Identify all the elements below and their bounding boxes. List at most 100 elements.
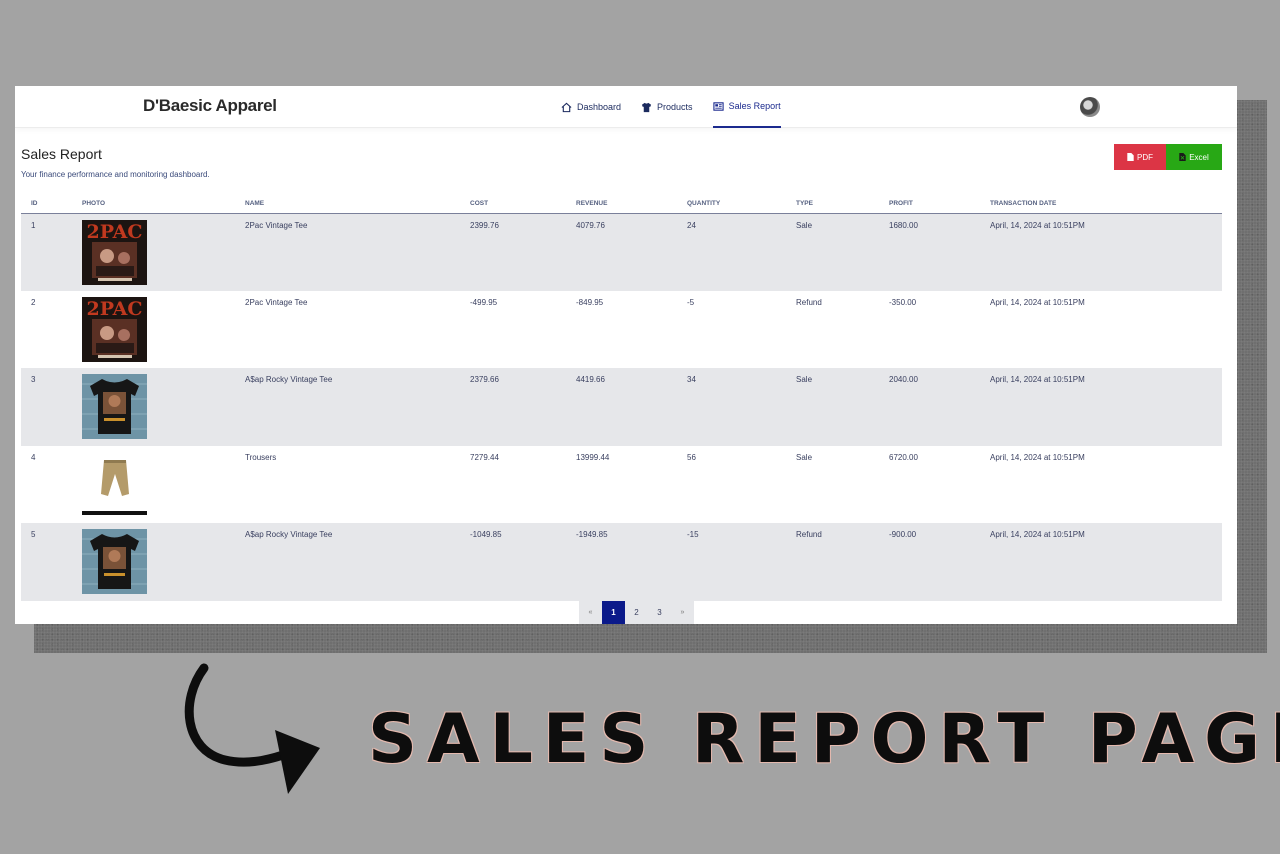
cell-quantity: -5 bbox=[687, 297, 695, 307]
cell-profit: -900.00 bbox=[879, 523, 980, 601]
page-subtitle: Your finance performance and monitoring … bbox=[21, 170, 210, 179]
table-row[interactable]: 5 A$ap Rocky Vintage Tee -1049.85 -1949.… bbox=[21, 523, 1222, 601]
pagination-page-2[interactable]: 2 bbox=[625, 601, 648, 624]
cell-type: Sale bbox=[796, 452, 813, 462]
pagination-page-3[interactable]: 3 bbox=[648, 601, 671, 624]
svg-text:2PAC: 2PAC bbox=[87, 298, 143, 320]
cell-quantity: 34 bbox=[677, 368, 786, 446]
nav-item-label: Sales Report bbox=[728, 101, 781, 111]
cell-revenue: -849.95 bbox=[576, 297, 604, 307]
nav-item-label: Dashboard bbox=[577, 102, 622, 112]
curved-arrow-icon bbox=[184, 663, 320, 794]
cell-id: 2 bbox=[31, 297, 36, 307]
cell-quantity: 24 bbox=[677, 213, 786, 291]
column-header-photo[interactable]: PHOTO bbox=[72, 194, 235, 214]
column-header-quantity[interactable]: QUANTITY bbox=[677, 194, 786, 214]
cell-profit: -350.00 bbox=[889, 297, 917, 307]
table-row[interactable]: 1 2PAC 2Pac Vintage Tee 2399.76 4079.76 … bbox=[21, 213, 1222, 291]
cell-id: 5 bbox=[21, 523, 72, 601]
tshirt-icon bbox=[641, 102, 652, 112]
asap-tee-photo bbox=[82, 374, 147, 439]
cell-cost: -1049.85 bbox=[460, 523, 566, 601]
cell-photo bbox=[72, 446, 235, 524]
cell-cost: 7279.44 bbox=[470, 452, 499, 462]
column-header-revenue[interactable]: REVENUE bbox=[566, 194, 677, 214]
cell-cost: 2399.76 bbox=[460, 213, 566, 291]
table-row[interactable]: 4 Trousers 7279.44 13999.44 56 Sale 6720… bbox=[21, 446, 1222, 524]
export-excel-label: Excel bbox=[1189, 152, 1209, 162]
export-pdf-label: PDF bbox=[1137, 152, 1153, 162]
cell-photo: 2PAC bbox=[72, 213, 235, 291]
column-header-type[interactable]: TYPE bbox=[786, 194, 879, 214]
cell-profit: 6720.00 bbox=[889, 452, 918, 462]
cell-name: A$ap Rocky Vintage Tee bbox=[235, 368, 460, 446]
pagination-prev[interactable]: « bbox=[579, 601, 602, 624]
column-header-transaction-date[interactable]: TRANSACTION DATE bbox=[980, 194, 1222, 214]
pagination-next[interactable]: » bbox=[671, 601, 694, 624]
cell-quantity: -15 bbox=[677, 523, 786, 601]
cell-id: 1 bbox=[21, 213, 72, 291]
page-header: Sales Report Your finance performance an… bbox=[21, 146, 210, 179]
trousers-photo bbox=[82, 451, 147, 517]
cell-revenue: 4419.66 bbox=[566, 368, 677, 446]
export-excel-button[interactable]: Excel bbox=[1166, 144, 1222, 170]
table-header-row: ID PHOTO NAME COST REVENUE QUANTITY TYPE… bbox=[21, 194, 1222, 214]
cell-date: April, 14, 2024 at 10:51PM bbox=[980, 523, 1222, 601]
caption-title: SALES REPORT PAGE bbox=[368, 700, 1280, 779]
app-window: D'Baesic Apparel Dashboard Products Sale… bbox=[15, 86, 1237, 624]
column-header-cost[interactable]: COST bbox=[460, 194, 566, 214]
nav-item-products[interactable]: Products bbox=[641, 86, 693, 128]
cell-date: April, 14, 2024 at 10:51PM bbox=[990, 452, 1085, 462]
table-row[interactable]: 3 A$ap Rocky Vintage Tee 2379.66 4419.66… bbox=[21, 368, 1222, 446]
cell-type: Sale bbox=[786, 368, 879, 446]
cell-id: 3 bbox=[21, 368, 72, 446]
nav-item-sales-report[interactable]: Sales Report bbox=[712, 86, 781, 128]
newspaper-icon bbox=[712, 101, 724, 111]
cell-profit: 2040.00 bbox=[879, 368, 980, 446]
cell-type: Sale bbox=[786, 213, 879, 291]
cell-type: Refund bbox=[786, 523, 879, 601]
cell-revenue: -1949.85 bbox=[566, 523, 677, 601]
cell-type: Refund bbox=[796, 297, 822, 307]
cell-cost: 2379.66 bbox=[460, 368, 566, 446]
file-icon bbox=[1127, 153, 1134, 161]
file-excel-icon bbox=[1179, 153, 1186, 161]
home-icon bbox=[561, 102, 572, 112]
nav-item-dashboard[interactable]: Dashboard bbox=[561, 86, 621, 128]
export-pdf-button[interactable]: PDF bbox=[1114, 144, 1166, 170]
cell-date: April, 14, 2024 at 10:51PM bbox=[980, 368, 1222, 446]
pagination: « 1 2 3 » bbox=[579, 601, 694, 624]
column-header-profit[interactable]: PROFIT bbox=[879, 194, 980, 214]
2pac-tee-photo: 2PAC bbox=[82, 296, 147, 362]
avatar[interactable] bbox=[1080, 97, 1100, 117]
column-header-name[interactable]: NAME bbox=[235, 194, 460, 214]
cell-profit: 1680.00 bbox=[879, 213, 980, 291]
cell-photo bbox=[72, 368, 235, 446]
cell-name: Trousers bbox=[245, 452, 277, 462]
cell-name: 2Pac Vintage Tee bbox=[245, 297, 308, 307]
cell-date: April, 14, 2024 at 10:51PM bbox=[980, 213, 1222, 291]
navbar: D'Baesic Apparel Dashboard Products Sale… bbox=[15, 86, 1237, 128]
table-row[interactable]: 2 2PAC 2Pac Vintage Tee -499.95 -849.95 … bbox=[21, 291, 1222, 369]
page-title: Sales Report bbox=[21, 146, 102, 162]
2pac-tee-photo: 2PAC bbox=[82, 219, 147, 285]
export-buttons: PDF Excel bbox=[1114, 144, 1222, 170]
cell-photo bbox=[72, 523, 235, 601]
nav-item-label: Products bbox=[657, 102, 693, 112]
column-header-id[interactable]: ID bbox=[21, 194, 72, 214]
cell-quantity: 56 bbox=[687, 452, 696, 462]
cell-photo: 2PAC bbox=[72, 291, 235, 369]
cell-revenue: 13999.44 bbox=[576, 452, 610, 462]
cell-name: A$ap Rocky Vintage Tee bbox=[235, 523, 460, 601]
sales-table: ID PHOTO NAME COST REVENUE QUANTITY TYPE… bbox=[21, 194, 1222, 601]
nav-links: Dashboard Products Sales Report bbox=[561, 86, 801, 128]
cell-name: 2Pac Vintage Tee bbox=[235, 213, 460, 291]
cell-id: 4 bbox=[31, 452, 36, 462]
asap-tee-photo bbox=[82, 529, 147, 594]
cell-revenue: 4079.76 bbox=[566, 213, 677, 291]
pagination-page-1[interactable]: 1 bbox=[602, 601, 625, 624]
cell-date: April, 14, 2024 at 10:51PM bbox=[990, 297, 1085, 307]
svg-text:2PAC: 2PAC bbox=[87, 221, 143, 243]
brand-logo[interactable]: D'Baesic Apparel bbox=[143, 96, 277, 116]
cell-cost: -499.95 bbox=[470, 297, 498, 307]
